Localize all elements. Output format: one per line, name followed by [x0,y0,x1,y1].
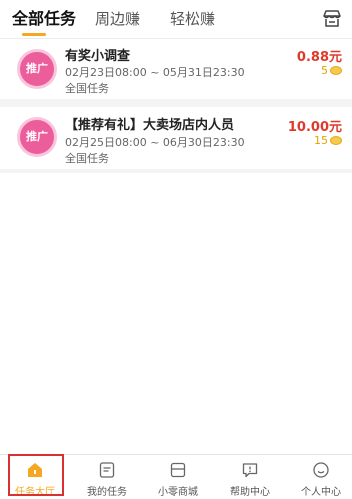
nav-label: 个人中心 [301,487,341,498]
nav-label: 我的任务 [87,487,127,498]
task-scope: 全国任务 [65,82,109,95]
active-tab-indicator [22,33,46,36]
coin-icon [330,66,342,75]
shop-icon[interactable] [321,8,343,30]
task-card[interactable]: 推广 【推荐有礼】大卖场店内人员 02月25日08:00 ~ 06月30日23:… [0,107,352,167]
coin-count: 5 [321,64,328,77]
task-title: 【推荐有礼】大卖场店内人员 [65,118,235,133]
tab-nearby-earn[interactable]: 周边赚 [95,9,140,29]
task-time-range: 02月23日08:00 ~ 05月31日23:30 [65,66,245,79]
task-title: 有奖小调查 [65,49,131,64]
profile-icon [313,462,329,478]
coin-count: 15 [314,134,328,147]
my-tasks-icon [99,462,115,478]
nav-item-my-tasks[interactable]: 我的任务 [72,455,142,499]
nav-item-help[interactable]: 帮助中心 [215,455,285,499]
highlight-frame [8,454,64,496]
nav-item-store[interactable]: 小零商城 [143,455,213,499]
nav-label: 小零商城 [158,487,198,498]
task-reward-coins: 15 [314,134,342,147]
help-chat-icon [242,463,258,478]
task-hall-screen: 全部任务 周边赚 轻松赚 推广 有奖小调查 02月23日08:00 ~ 05月3… [0,0,352,499]
tab-all-tasks[interactable]: 全部任务 [12,9,76,29]
nav-item-profile[interactable]: 个人中心 [286,455,352,499]
task-reward-price: 0.88元 [296,50,342,65]
task-reward-coins: 5 [321,64,342,77]
promo-badge: 推广 [17,117,57,157]
tab-easy-earn[interactable]: 轻松赚 [170,9,215,29]
promo-badge: 推广 [17,49,57,89]
task-scope: 全国任务 [65,152,109,165]
nav-label: 帮助中心 [230,487,270,498]
task-card[interactable]: 推广 有奖小调查 02月23日08:00 ~ 05月31日23:30 全国任务 … [0,39,352,99]
coin-icon [330,136,342,145]
task-reward-price: 10.00元 [287,120,342,135]
card-separator [0,169,352,173]
top-tab-bar: 全部任务 周边赚 轻松赚 [0,0,352,39]
store-icon [170,462,186,478]
card-separator [0,99,352,107]
task-time-range: 02月25日08:00 ~ 06月30日23:30 [65,136,245,149]
